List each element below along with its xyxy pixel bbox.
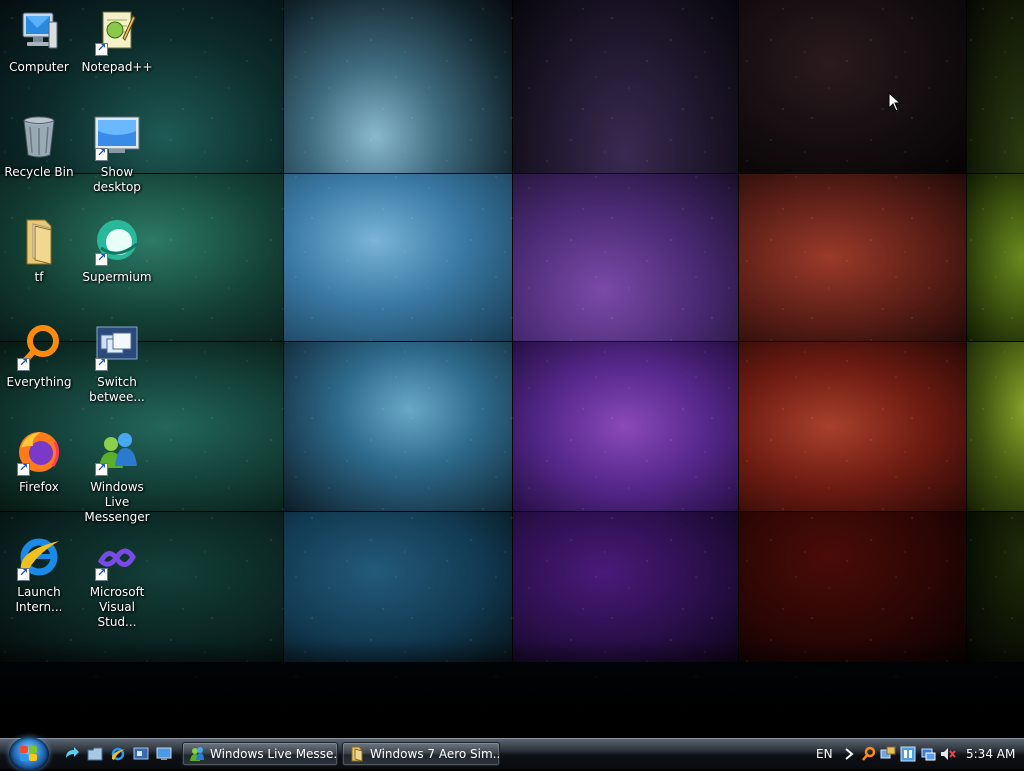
folder-icon	[15, 218, 63, 266]
wallpaper-tile	[966, 173, 1024, 342]
desktop-icon-label: Supermium	[82, 270, 152, 284]
language-indicator[interactable]: EN	[816, 739, 833, 769]
desktop-icon-computer[interactable]: Computer	[0, 8, 78, 75]
switch-windows-icon	[93, 323, 141, 371]
shortcut-arrow-icon	[95, 461, 108, 476]
taskbar-button-label: Windows 7 Aero Sim...	[370, 747, 500, 761]
shortcut-arrow-icon	[95, 356, 108, 371]
shortcut-arrow-icon	[95, 41, 108, 56]
messenger-icon	[190, 747, 204, 761]
desktop-icon-label: Recycle Bin	[4, 165, 74, 179]
shortcut-arrow-icon	[95, 251, 108, 266]
wallpaper-tile	[283, 173, 513, 342]
wallpaper-tile	[738, 341, 967, 512]
supermium-icon	[93, 218, 141, 266]
desktop-icon-internet-explorer[interactable]: Launch Intern...	[0, 533, 78, 615]
desktop-icon-label: Notepad++	[81, 60, 153, 74]
desktop-icon-label: Microsoft Visual Stud...	[89, 585, 145, 629]
wallpaper-tile	[512, 341, 739, 512]
windows-start-orb-icon	[20, 746, 38, 762]
media-icon	[133, 747, 149, 760]
desktop-icon-label: Windows Live Messenger	[84, 480, 150, 524]
desktop-icon-label: Everything	[6, 375, 72, 389]
folder-icon	[351, 746, 363, 762]
taskbar-button-label: Windows Live Messe...	[210, 747, 338, 761]
quicklaunch-show-desktop[interactable]	[156, 746, 172, 762]
desktop-icon-everything[interactable]: Everything	[0, 323, 78, 390]
desktop-icon-supermium[interactable]: Supermium	[78, 218, 156, 285]
desktop-icon-firefox[interactable]: Firefox	[0, 428, 78, 495]
taskbar-button-windows-7-aero[interactable]: Windows 7 Aero Sim...	[342, 742, 500, 766]
wallpaper-tile	[512, 173, 739, 342]
clock[interactable]: 5:34 AM	[966, 739, 1015, 769]
shortcut-arrow-icon	[17, 356, 30, 371]
wallpaper-tile	[283, 341, 513, 512]
desktop-icon-label: Computer	[9, 60, 69, 74]
shortcut-arrow-icon	[95, 566, 108, 581]
wallpaper-tile	[512, 0, 739, 174]
quicklaunch-internet-explorer[interactable]	[110, 746, 126, 762]
desktop-icon-windows-live-messenger[interactable]: Windows Live Messenger	[78, 428, 156, 525]
notepadpp-icon	[93, 8, 141, 56]
network-icon[interactable]	[880, 746, 896, 762]
internet-explorer-icon	[111, 747, 125, 761]
desktop-icon-label: Launch Intern...	[15, 585, 63, 614]
desktop-icon-label: Show desktop	[93, 165, 141, 194]
wallpaper-tile	[738, 173, 967, 342]
switch-windows-icon	[66, 747, 79, 758]
internet-explorer-icon	[15, 533, 63, 581]
sync-icon[interactable]	[920, 746, 936, 762]
shortcut-arrow-icon	[17, 566, 30, 581]
wallpaper-tile	[966, 341, 1024, 512]
desktop-icon-tf-folder[interactable]: tf	[0, 218, 78, 285]
wallpaper-vignette	[0, 640, 1024, 738]
computer-icon	[15, 8, 63, 56]
desktop-icon-notepadpp[interactable]: Notepad++	[78, 8, 156, 75]
everything-icon	[15, 323, 63, 371]
show-desktop-icon	[156, 747, 172, 760]
show-desktop-icon	[93, 113, 141, 161]
taskbar: Windows Live Messe... Windows 7 Aero Sim…	[0, 737, 1024, 771]
quicklaunch-media[interactable]	[133, 746, 149, 762]
desktop-icon-recycle-bin[interactable]: Recycle Bin	[0, 113, 78, 180]
firefox-icon	[15, 428, 63, 476]
tray-app-icon[interactable]	[900, 746, 916, 762]
start-button[interactable]	[9, 737, 49, 771]
desktop-icon-show-desktop[interactable]: Show desktop	[78, 113, 156, 195]
volume-muted-icon[interactable]	[940, 746, 956, 762]
taskbar-button-windows-live-messenger[interactable]: Windows Live Messe...	[182, 742, 338, 766]
desktop-icon-visual-studio[interactable]: Microsoft Visual Stud...	[78, 533, 156, 630]
recycle-bin-icon	[15, 113, 63, 161]
everything-search-icon[interactable]	[861, 746, 877, 762]
desktop-icon-label: Switch betwee...	[89, 375, 145, 404]
chevron-right-icon[interactable]	[841, 746, 857, 762]
quicklaunch-switch-windows[interactable]	[64, 746, 80, 762]
mouse-cursor-icon	[888, 92, 902, 112]
shortcut-arrow-icon	[17, 461, 30, 476]
wallpaper-tile	[738, 0, 967, 174]
desktop-icon-switch-between-windows[interactable]: Switch betwee...	[78, 323, 156, 405]
desktop-icon-label: tf	[34, 270, 44, 284]
quicklaunch-folder[interactable]	[87, 746, 103, 762]
desktop-icon-label: Firefox	[19, 480, 59, 494]
visual-studio-icon	[93, 533, 141, 581]
wallpaper-tile	[966, 0, 1024, 174]
messenger-icon	[93, 428, 141, 476]
shortcut-arrow-icon	[95, 146, 108, 161]
wallpaper-tile	[283, 0, 513, 174]
folder-icon	[87, 747, 103, 761]
